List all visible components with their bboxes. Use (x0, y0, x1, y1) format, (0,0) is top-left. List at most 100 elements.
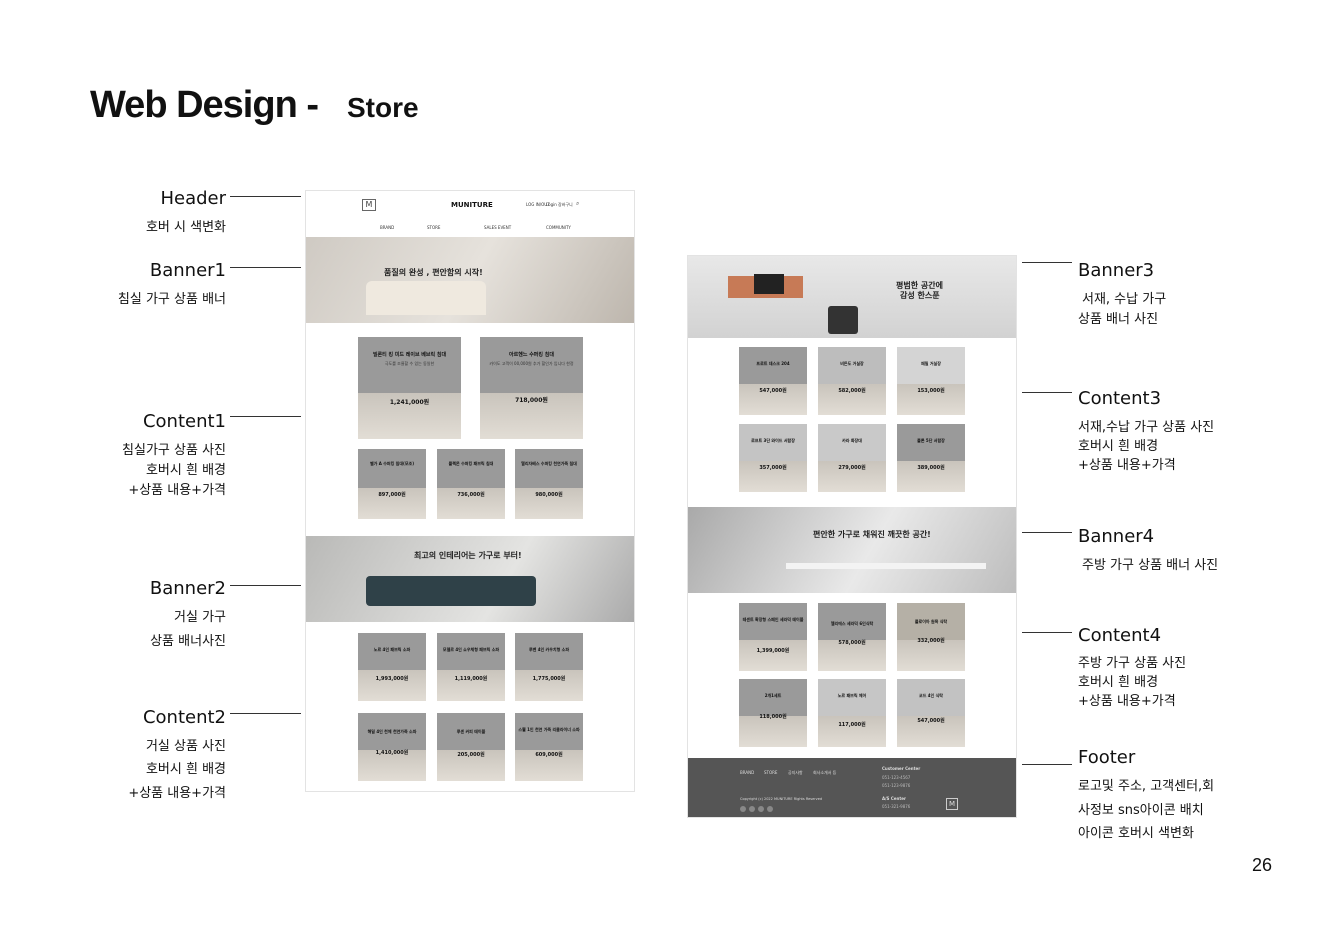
pointer-line (230, 196, 301, 197)
product-card[interactable]: 해밀 4인 천체 천연가죽 소파 1,410,000원 (358, 713, 426, 781)
brand-name[interactable]: MUNITURE (451, 201, 493, 209)
page-subheading: Store (347, 92, 419, 123)
product-price: 547,000원 (917, 718, 945, 724)
pointer-line (1022, 532, 1072, 533)
product-card[interactable]: 테센트 확장형 스페인 세라믹 테이블 1,399,000원 (739, 603, 807, 671)
product-price: 205,000원 (457, 752, 485, 758)
desc-content4-3: +상품 내용+가격 (1078, 694, 1176, 709)
banner4[interactable]: 편안한 가구로 채워진 깨끗한 공간! (688, 507, 1016, 593)
product-price: 582,000원 (838, 388, 866, 394)
product-name: 엘리자베스 수퍼킹 천연가죽 침대 (521, 461, 577, 466)
product-card[interactable]: 모델르 4인 쇼우체형 패브릭 소파 1,119,000원 (437, 633, 505, 701)
footer-link-company[interactable]: 회사소개서 등 (813, 770, 836, 776)
product-price: 1,410,000원 (375, 750, 409, 756)
product-card[interactable]: 플렉몬 수퍼킹 패브릭 침대 736,000원 (437, 449, 505, 519)
product-name: 빌론티 킹 미드 레이브 베브릭 침대 (372, 352, 447, 358)
product-price: 547,000원 (759, 388, 787, 394)
product-card[interactable]: 코드 4인 식탁 547,000원 (897, 679, 965, 747)
banner4-text: 편안한 가구로 채워진 깨끗한 공간! (813, 530, 931, 539)
product-card[interactable]: 루벤 4인 카우치형 소파 1,775,000원 (515, 633, 583, 701)
util-cart[interactable]: 장바구니 (558, 202, 573, 208)
banner3-text-2: 감성 한스푼 (900, 291, 940, 300)
mockup-right: 평범한 공간에 감성 한스푼 프로트 데스크 204 547,000원 비든도 … (687, 255, 1017, 818)
pointer-line (230, 267, 301, 268)
product-card[interactable]: 엘리자베스 수퍼킹 천연가죽 침대 980,000원 (515, 449, 583, 519)
product-card[interactable]: 비든도 거실장 582,000원 (818, 347, 886, 415)
product-name: 플렉몬 수퍼킹 패브릭 침대 (448, 461, 494, 466)
product-card[interactable]: 벨가 A 수퍼킹 침대(모조) 897,000원 (358, 449, 426, 519)
customer-center-phone-1: 051-123-4567 (882, 775, 911, 780)
footer: BRAND STORE 공지사항 회사소개서 등 Copyright (c) 2… (688, 758, 1016, 817)
product-price: 609,000원 (535, 752, 563, 758)
product-card[interactable]: 패밀 거실장 153,000원 (897, 347, 965, 415)
product-name: 벨가 A 수퍼킹 침대(모조) (369, 461, 415, 466)
label-banner1: Banner1 (149, 260, 226, 281)
pointer-line (230, 713, 301, 714)
label-banner2: Banner2 (149, 578, 226, 599)
product-card[interactable]: 카라 화장대 279,000원 (818, 424, 886, 492)
product-name: 루벤 4인 카우치형 소파 (528, 647, 570, 652)
footer-logo-icon[interactable]: M (946, 798, 958, 810)
product-card[interactable]: 노르 4인 패브릭 소파 1,993,000원 (358, 633, 426, 701)
product-desc: 극도를 조율할 수 있는 동일한 (384, 361, 435, 366)
table-image (786, 563, 986, 569)
nav-store[interactable]: STORE (427, 225, 440, 230)
nav-sales-event[interactable]: SALES EVENT (484, 225, 511, 230)
product-card[interactable]: 루센 커피 테이블 205,000원 (437, 713, 505, 781)
pointer-line (230, 585, 301, 586)
product-name: 코드 4인 식탁 (919, 693, 943, 698)
product-price: 736,000원 (457, 492, 485, 498)
search-icon[interactable]: ⌕ (576, 200, 579, 208)
desc-content3-2: 호버시 흰 배경 (1078, 439, 1159, 454)
nav-brand[interactable]: BRAND (380, 225, 394, 230)
desc-banner4: 주방 가구 상품 배너 사진 (1082, 558, 1219, 573)
product-card[interactable]: 플론 5단 서랍장 389,000원 (897, 424, 965, 492)
product-name: 해밀 4인 천체 천연가죽 소파 (367, 729, 417, 734)
desc-banner2-2: 상품 배너사진 (150, 634, 226, 649)
desc-content4-2: 호버시 흰 배경 (1078, 675, 1159, 690)
product-name: 노르 패브릭 체어 (837, 693, 867, 698)
label-banner4: Banner4 (1078, 526, 1155, 547)
pointer-line (1022, 392, 1072, 393)
product-price: 980,000원 (535, 492, 563, 498)
product-card[interactable]: 아르헨느 수퍼킹 침대 카이도 고객이 00,000원 추가 할인가 입니다 한… (480, 337, 583, 439)
product-card[interactable]: 프로트 데스크 204 547,000원 (739, 347, 807, 415)
product-name: 엘리에스 세라믹 6인식탁 (830, 621, 874, 626)
label-content2: Content2 (142, 707, 226, 728)
banner1[interactable]: 품질의 완성 , 편안함의 시작! (306, 237, 634, 323)
sns-icon[interactable] (758, 806, 764, 812)
product-price: 332,000원 (917, 638, 945, 644)
as-center-title: A/S Center (882, 796, 906, 801)
util-login[interactable]: Login (546, 202, 557, 207)
product-name: 비든도 거실장 (840, 361, 864, 366)
footer-link-store[interactable]: STORE (764, 770, 777, 776)
banner3[interactable]: 평범한 공간에 감성 한스푼 (688, 256, 1016, 338)
nav-community[interactable]: COMMUNITY (546, 225, 571, 230)
product-card[interactable]: 2개1세트 118,000원 (739, 679, 807, 747)
product-price: 1,993,000원 (375, 676, 409, 682)
product-price: 357,000원 (759, 465, 787, 471)
desc-content1-3: +상품 내용+가격 (128, 483, 226, 498)
label-header: Header (160, 188, 226, 209)
product-name: 아르헨느 수퍼킹 침대 (509, 352, 554, 358)
product-name: 패밀 거실장 (921, 361, 941, 366)
footer-link-notice[interactable]: 공지사항 (788, 770, 803, 776)
product-price: 1,241,000원 (389, 399, 430, 406)
product-name: 플로이아 원목 식탁 (914, 619, 948, 624)
product-card[interactable]: 노르 패브릭 체어 117,000원 (818, 679, 886, 747)
logo-icon[interactable]: M (362, 199, 376, 211)
desc-footer-3: 아이콘 호버시 색변화 (1078, 826, 1194, 841)
product-card[interactable]: 플로이아 원목 식탁 332,000원 (897, 603, 965, 671)
product-card[interactable]: 엘리에스 세라믹 6인식탁 578,000원 (818, 603, 886, 671)
sns-icon[interactable] (740, 806, 746, 812)
sns-icon[interactable] (767, 806, 773, 812)
product-price: 1,399,000원 (756, 648, 790, 654)
product-card[interactable]: 스웰 1인 천연 가죽 리클라이너 소파 609,000원 (515, 713, 583, 781)
product-card[interactable]: 로프트 3단 와이드 서랍장 357,000원 (739, 424, 807, 492)
desc-banner3-1: 서재, 수납 가구 (1082, 292, 1167, 307)
product-card[interactable]: 빌론티 킹 미드 레이브 베브릭 침대 극도를 조율할 수 있는 동일한 1,2… (358, 337, 461, 439)
footer-link-brand[interactable]: BRAND (740, 770, 754, 776)
banner2[interactable]: 최고의 인테리어는 가구로 부터! (306, 536, 634, 622)
desc-footer-2: 사정보 sns아이콘 배치 (1078, 803, 1204, 818)
sns-icon[interactable] (749, 806, 755, 812)
